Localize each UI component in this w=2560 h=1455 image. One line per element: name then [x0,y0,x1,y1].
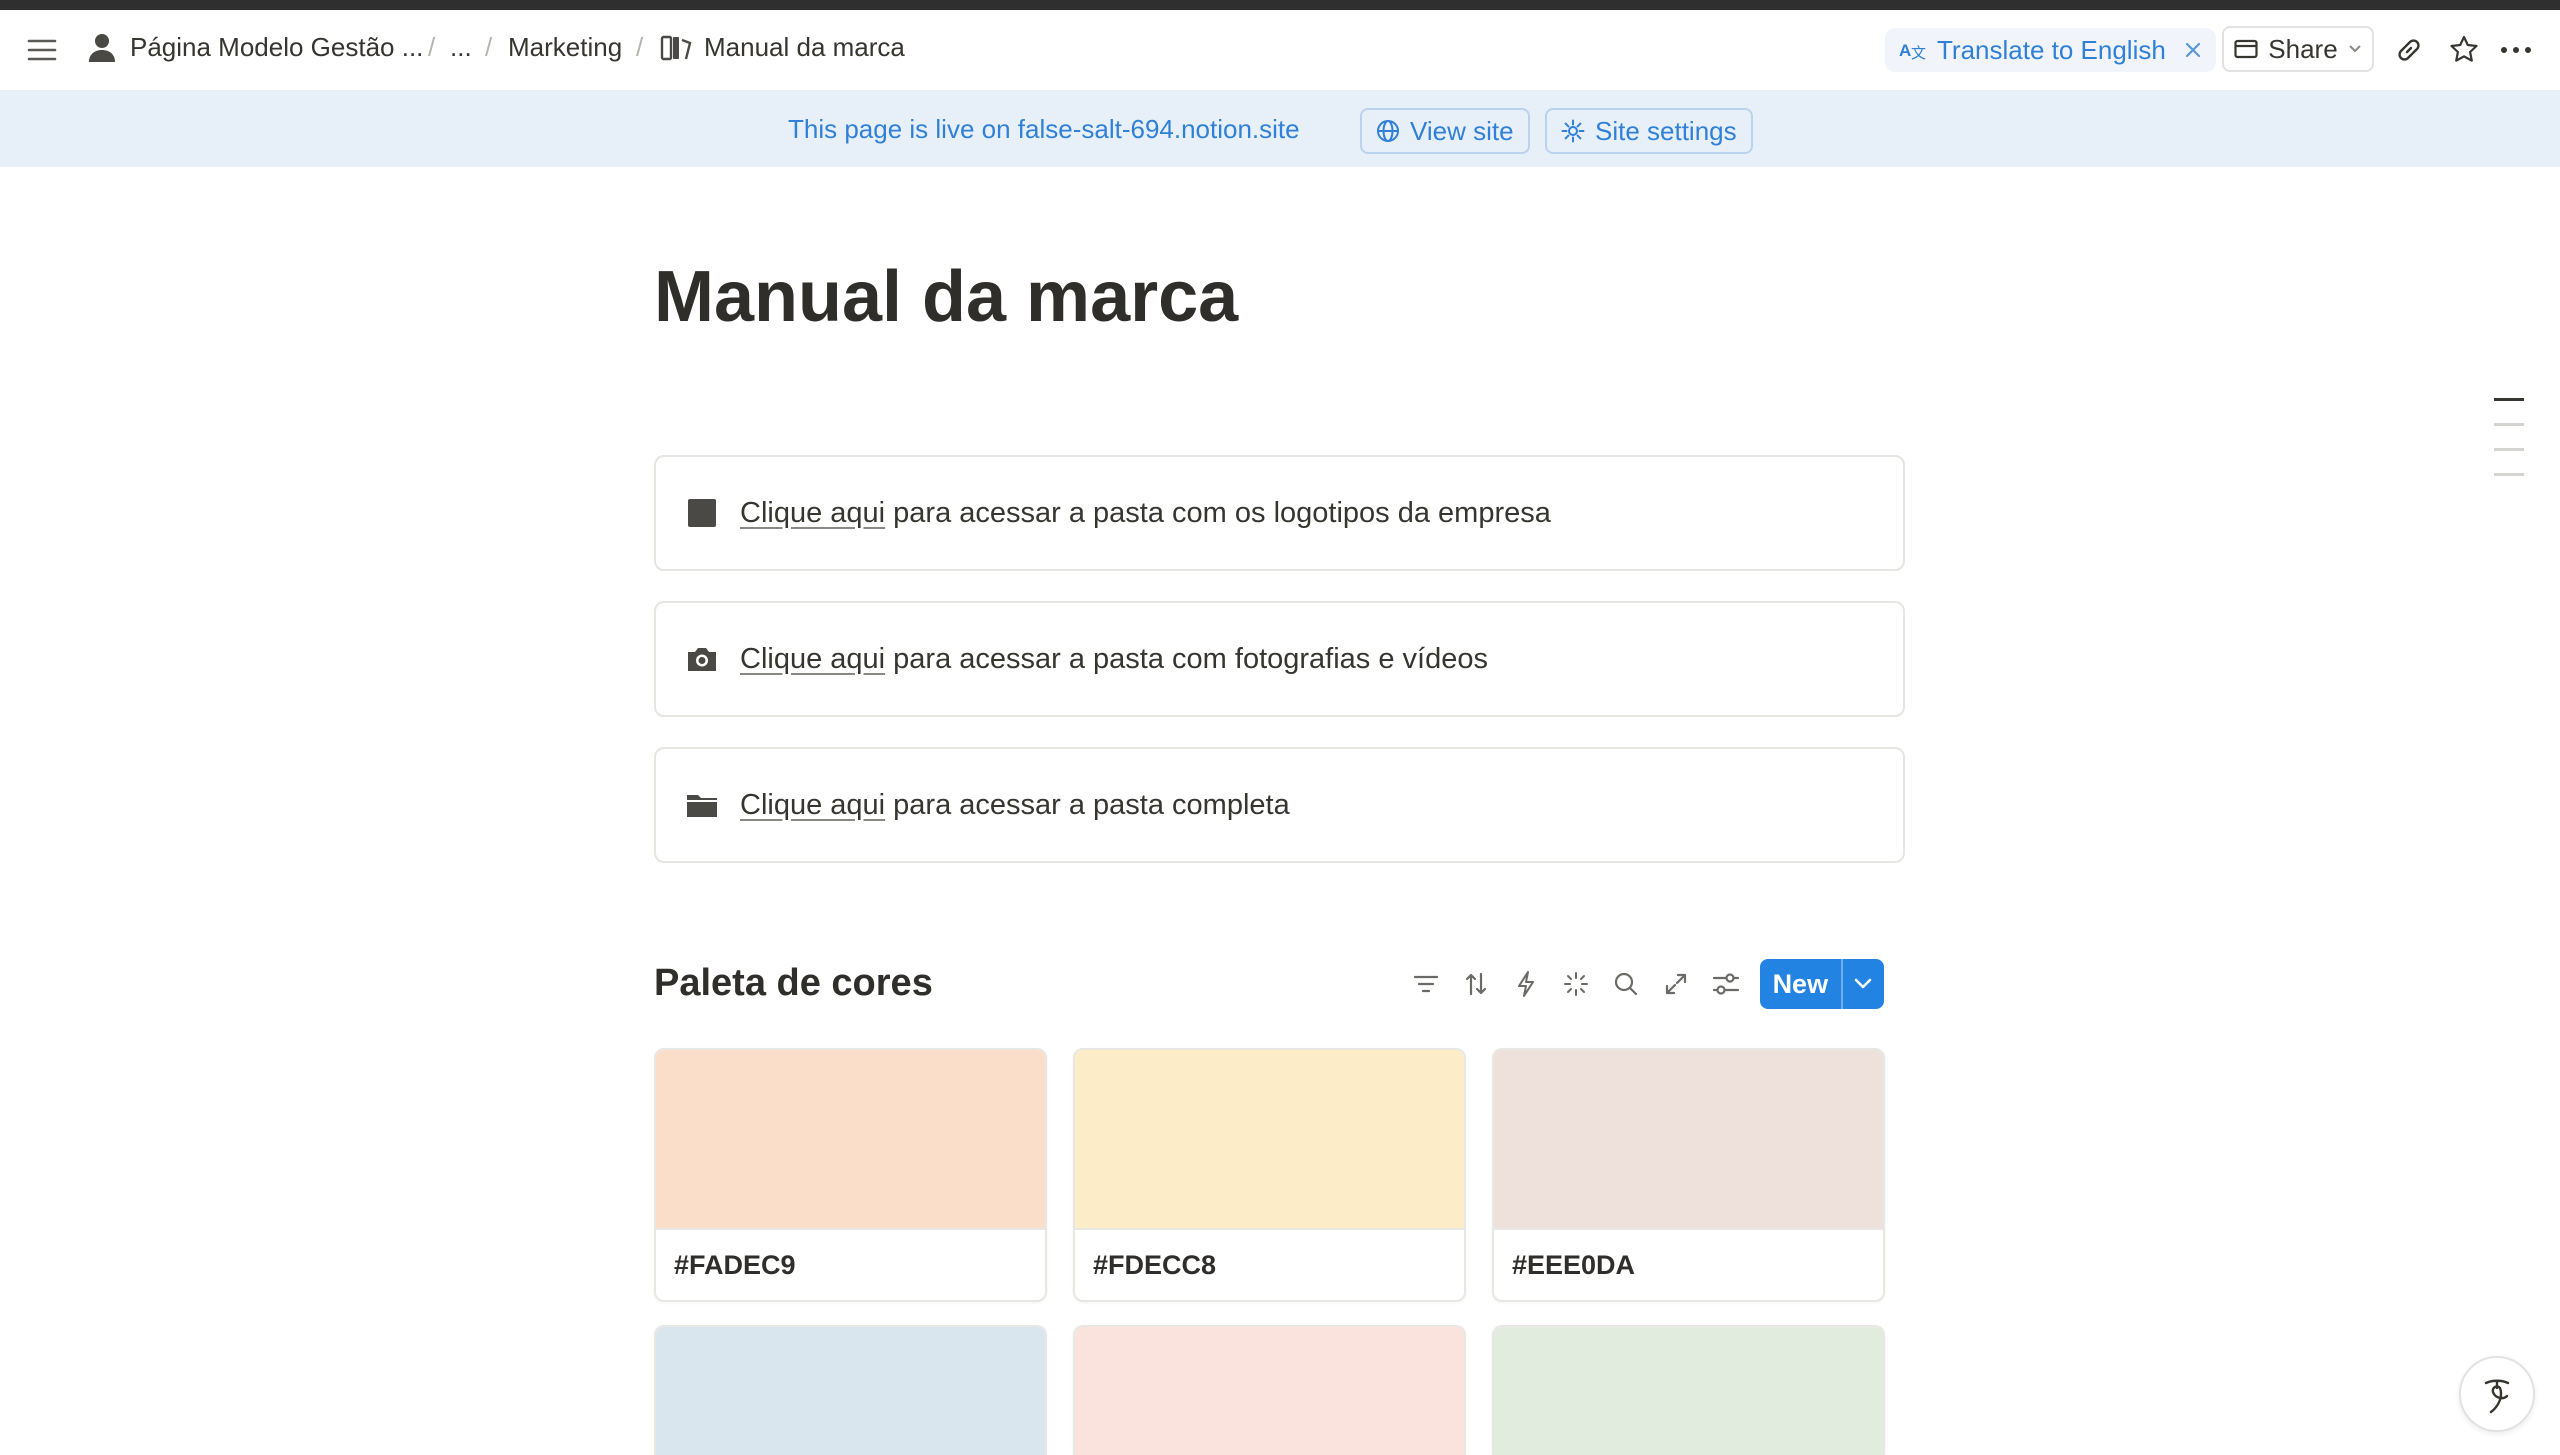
gallery-card[interactable] [1492,1325,1885,1455]
help-button[interactable] [2459,1356,2535,1432]
card-title: #FDECC8 [1075,1228,1464,1300]
page-title[interactable]: Manual da marca [654,256,1238,338]
new-button[interactable]: New [1760,959,1884,1009]
color-swatch [1075,1327,1464,1455]
more-options-icon[interactable] [2498,32,2534,68]
toc-line[interactable] [2494,423,2524,426]
callout-link[interactable]: Clique aqui [740,497,885,530]
menu-icon[interactable] [24,32,60,68]
color-swatch [1494,1327,1883,1455]
gallery-card[interactable]: #EEE0DA [1492,1048,1885,1302]
help-icon [2479,1374,2515,1414]
camera-icon [684,641,720,677]
gallery-card[interactable]: #FADEC9 [654,1048,1047,1302]
expand-icon[interactable] [1658,966,1694,1002]
folder-icon [684,787,720,823]
database-title[interactable]: Paleta de cores [654,962,933,1005]
chevron-down-icon [2348,44,2362,54]
share-button[interactable]: Share [2222,26,2374,72]
color-swatch [1075,1050,1464,1228]
callout-text: para acessar a pasta com os logotipos da… [885,496,1551,529]
window-top-strip [0,0,2560,10]
toc-line[interactable] [2494,473,2524,476]
new-button-label: New [1772,968,1829,999]
gallery-card[interactable]: #FDECC8 [1073,1048,1466,1302]
breadcrumb-separator: / [636,32,644,62]
svg-text:文: 文 [1911,45,1926,61]
site-settings-label: Site settings [1595,115,1737,146]
sparkle-icon[interactable] [1558,966,1594,1002]
gear-icon [1561,119,1585,143]
callout-text: para acessar a pasta com fotografias e v… [885,642,1488,675]
lightning-icon[interactable] [1508,966,1544,1002]
toc-line[interactable] [2494,398,2524,401]
close-icon[interactable] [2184,41,2202,59]
view-site-button[interactable]: View site [1360,108,1530,154]
card-title: #EEE0DA [1494,1228,1883,1300]
star-icon[interactable] [2446,32,2482,68]
square-icon [684,495,720,531]
translate-button[interactable]: A文 Translate to English [1885,28,2216,72]
callout-text: para acessar a pasta completa [885,788,1290,821]
color-swatch [656,1050,1045,1228]
share-label: Share [2268,33,2338,64]
banner-message: This page is live on false-salt-694.noti… [788,114,1300,144]
chevron-down-icon[interactable] [1840,959,1884,1009]
gallery-card[interactable] [654,1325,1047,1455]
window-icon [2234,39,2258,59]
callout-full-folder: Clique aqui para acessar a pasta complet… [654,747,1905,863]
breadcrumb-separator: / [428,32,436,62]
filter-icon[interactable] [1408,966,1444,1002]
globe-icon [1376,119,1400,143]
sort-icon[interactable] [1458,966,1494,1002]
search-icon[interactable] [1608,966,1644,1002]
breadcrumb-marketing[interactable]: Marketing [508,32,622,63]
breadcrumb-ellipsis[interactable]: ... [450,32,472,63]
breadcrumb-page-label: Manual da marca [704,32,905,62]
translate-icon: A文 [1899,39,1927,61]
callout-logos: Clique aqui para acessar a pasta com os … [654,455,1905,571]
view-site-label: View site [1410,115,1514,146]
breadcrumb-workspace-label: Página Modelo Gestão ... [130,32,424,62]
translate-label: Translate to English [1937,34,2166,65]
color-swatch [656,1327,1045,1455]
gallery-card[interactable] [1073,1325,1466,1455]
callout-photos: Clique aqui para acessar a pasta com fot… [654,601,1905,717]
breadcrumb-workspace[interactable]: Página Modelo Gestão ... [88,32,423,63]
breadcrumb-current-page[interactable]: Manual da marca [660,32,905,63]
top-bar: Página Modelo Gestão ... / ... / Marketi… [0,10,2560,90]
settings-sliders-icon[interactable] [1708,966,1744,1002]
card-title: #FADEC9 [656,1228,1045,1300]
site-settings-button[interactable]: Site settings [1545,108,1753,154]
person-icon [88,33,116,63]
toc-line[interactable] [2494,448,2524,451]
link-icon[interactable] [2391,32,2427,68]
breadcrumb-separator: / [485,32,493,62]
color-swatch [1494,1050,1883,1228]
page-book-icon [660,34,692,62]
callout-link[interactable]: Clique aqui [740,789,885,822]
svg-text:A: A [1899,41,1911,60]
callout-link[interactable]: Clique aqui [740,643,885,676]
